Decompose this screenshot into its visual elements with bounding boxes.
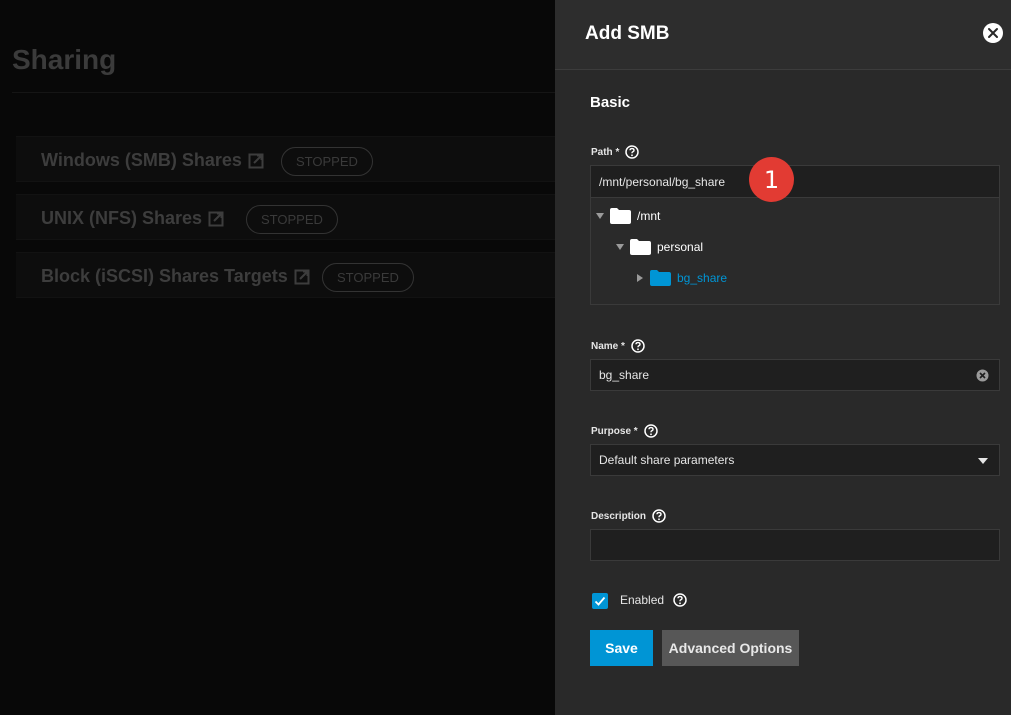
help-icon[interactable] — [631, 339, 645, 353]
open-in-new-icon[interactable] — [248, 153, 264, 169]
tree-node-label: /mnt — [637, 209, 661, 223]
open-in-new-icon[interactable] — [294, 269, 310, 285]
panel-header: Add SMB — [555, 0, 1011, 70]
close-icon — [988, 28, 998, 38]
chevron-down-icon[interactable] — [596, 212, 604, 220]
description-label: Description — [591, 509, 666, 523]
help-icon[interactable] — [652, 509, 666, 523]
tree-node-label: bg_share — [677, 271, 728, 285]
clear-icon[interactable] — [976, 369, 989, 382]
help-icon[interactable] — [673, 593, 687, 607]
folder-icon — [630, 239, 651, 255]
path-input[interactable]: /mnt/personal/bg_share — [590, 165, 1000, 198]
card-label: Block (iSCSI) Shares Targets — [41, 266, 288, 286]
checkmark-icon — [594, 596, 606, 606]
enabled-label: Enabled — [620, 593, 687, 607]
name-input[interactable]: bg_share — [590, 359, 1000, 391]
enabled-checkbox[interactable] — [592, 593, 608, 609]
close-button[interactable] — [983, 23, 1003, 43]
nfs-shares-card[interactable]: UNIX (NFS) Shares STOPPED — [16, 194, 555, 240]
folder-icon — [650, 270, 671, 286]
status-badge: STOPPED — [281, 147, 373, 176]
add-smb-panel: Add SMB Basic Path * /mnt/personal/bg_sh… — [555, 0, 1011, 715]
advanced-options-button[interactable]: Advanced Options — [662, 630, 799, 666]
tree-node-bg-share[interactable]: bg_share — [636, 270, 727, 286]
purpose-select-value: Default share parameters — [599, 453, 735, 467]
section-title: Basic — [590, 94, 631, 111]
tree-node-mnt[interactable]: /mnt — [596, 208, 660, 224]
iscsi-shares-card[interactable]: Block (iSCSI) Shares Targets STOPPED — [16, 252, 555, 298]
divider — [12, 92, 555, 93]
help-icon[interactable] — [625, 145, 640, 159]
save-button[interactable]: Save — [590, 630, 653, 666]
folder-icon — [610, 208, 631, 224]
name-input-value: bg_share — [599, 368, 650, 382]
path-label: Path * — [591, 145, 640, 159]
path-tree: /mnt personal bg_share — [590, 198, 1000, 305]
card-label: Windows (SMB) Shares — [41, 150, 242, 170]
page-title: Sharing — [12, 44, 117, 75]
purpose-label: Purpose * — [591, 424, 658, 438]
status-badge: STOPPED — [322, 263, 414, 292]
purpose-select[interactable]: Default share parameters — [590, 444, 1000, 476]
name-label: Name * — [591, 339, 645, 353]
dropdown-arrow-icon — [978, 458, 988, 464]
status-badge: STOPPED — [246, 205, 338, 234]
card-label: UNIX (NFS) Shares — [41, 208, 203, 228]
open-in-new-icon[interactable] — [208, 211, 224, 227]
panel-title: Add SMB — [585, 23, 670, 44]
smb-shares-card[interactable]: Windows (SMB) Shares STOPPED — [16, 136, 555, 182]
tree-node-personal[interactable]: personal — [616, 239, 703, 255]
background-page: Sharing Windows (SMB) Shares STOPPED UNI… — [0, 0, 555, 715]
help-icon[interactable] — [643, 424, 658, 438]
description-input[interactable] — [590, 529, 1000, 561]
tree-node-label: personal — [657, 240, 704, 254]
chevron-down-icon[interactable] — [616, 243, 624, 251]
annotation-badge: 1 — [749, 157, 794, 202]
chevron-right-icon[interactable] — [636, 274, 644, 282]
